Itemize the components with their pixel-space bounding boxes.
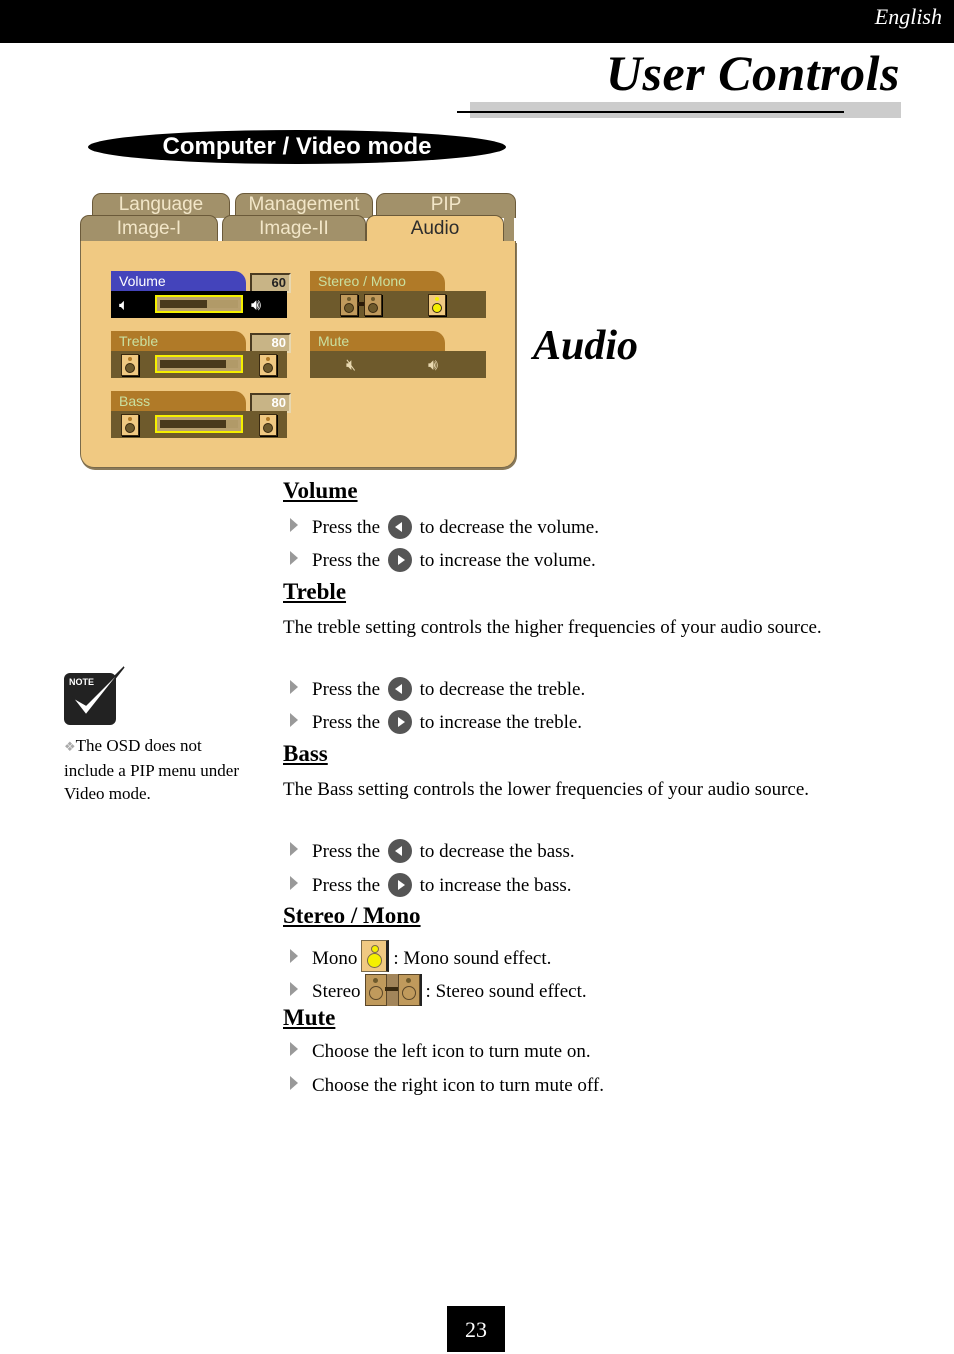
- stereo-mono-label: Stereo / Mono: [310, 271, 445, 291]
- page-number: 23: [447, 1306, 505, 1352]
- osd-panel: Volume 60 🔈︎ 🔊︎ Treble 80 Bass 80 Stereo…: [80, 241, 516, 468]
- volume-label: Volume: [111, 271, 246, 291]
- note-text: ❖The OSD does not include a PIP menu und…: [64, 736, 239, 803]
- list-item: Press the to increase the treble.: [290, 710, 582, 734]
- list-item: Press the to decrease the volume.: [290, 515, 599, 539]
- speaker-low-icon[interactable]: 🔈︎: [119, 291, 129, 318]
- treble-description: The treble setting controls the higher f…: [283, 617, 822, 638]
- bullet-arrow-icon: [290, 518, 298, 532]
- heading-stereo-mono: Stereo / Mono: [283, 903, 421, 928]
- heading-mute: Mute: [283, 1005, 336, 1030]
- mono-speaker-icon: [361, 940, 390, 972]
- bullet-arrow-icon: [290, 982, 298, 996]
- svg-text:NOTE: NOTE: [69, 677, 94, 687]
- language-label: English: [874, 4, 942, 29]
- list-item: Press the to decrease the bass.: [290, 839, 575, 863]
- treble-slider-fill: [160, 360, 226, 368]
- volume-control[interactable]: Volume 60 🔈︎ 🔊︎: [111, 271, 291, 318]
- left-arrow-button-icon: [387, 839, 412, 863]
- section-title-audio: Audio: [533, 323, 639, 369]
- top-banner: English: [0, 0, 954, 43]
- bullet-arrow-icon: [290, 551, 298, 565]
- stereo-mono-control[interactable]: Stereo / Mono: [310, 271, 486, 318]
- treble-label: Treble: [111, 331, 246, 351]
- bass-slider-fill: [160, 420, 226, 428]
- volume-value: 60: [250, 273, 291, 293]
- osd-audio-menu: Language Management PIP Image-I Image-II…: [80, 193, 516, 470]
- bullet-arrow-icon: [290, 680, 298, 694]
- treble-increase-speaker-icon[interactable]: [259, 354, 277, 376]
- right-arrow-button-icon: [387, 548, 412, 572]
- bass-label: Bass: [111, 391, 246, 411]
- mode-banner: Computer / Video mode: [88, 130, 506, 164]
- bass-description: The Bass setting controls the lower freq…: [283, 779, 810, 800]
- volume-slider[interactable]: [155, 295, 243, 313]
- tab-audio[interactable]: Audio: [366, 215, 504, 242]
- bass-value: 80: [250, 393, 291, 413]
- list-item: Press the to increase the volume.: [290, 548, 596, 572]
- bullet-arrow-icon: [290, 876, 298, 890]
- left-arrow-button-icon: [387, 677, 412, 701]
- speaker-high-icon[interactable]: 🔊︎: [251, 291, 261, 318]
- list-item: Mono: Mono sound effect.: [290, 940, 551, 972]
- list-item: Choose the left icon to turn mute on.: [290, 1041, 591, 1063]
- bass-control[interactable]: Bass 80: [111, 391, 291, 438]
- bass-decrease-speaker-icon[interactable]: [121, 414, 139, 436]
- mute-off-icon[interactable]: 🔊︎: [428, 351, 438, 378]
- note-checkmark-icon: NOTE: [64, 666, 125, 725]
- left-arrow-button-icon: [387, 515, 412, 539]
- treble-value: 80: [250, 333, 291, 353]
- tab-image-ii[interactable]: Image-II: [222, 215, 366, 242]
- bass-slider[interactable]: [155, 415, 243, 433]
- treble-control[interactable]: Treble 80: [111, 331, 291, 378]
- list-item: Choose the right icon to turn mute off.: [290, 1075, 604, 1097]
- bass-increase-speaker-icon[interactable]: [259, 414, 277, 436]
- bullet-arrow-icon: [290, 842, 298, 856]
- bullet-arrow-icon: [290, 1076, 298, 1090]
- mute-control[interactable]: Mute 🔇︎ 🔊︎: [310, 331, 486, 378]
- treble-slider[interactable]: [155, 355, 243, 373]
- mono-speaker-icon[interactable]: [428, 294, 446, 316]
- page-title: User Controls: [605, 45, 900, 101]
- right-arrow-button-icon: [387, 873, 412, 897]
- right-arrow-button-icon: [387, 710, 412, 734]
- list-item: Stereo: Stereo sound effect.: [290, 974, 587, 1006]
- diamond-bullet-icon: ❖: [64, 740, 76, 755]
- stereo-left-speaker-icon[interactable]: [340, 294, 358, 316]
- mute-on-icon[interactable]: 🔇︎: [346, 351, 356, 378]
- heading-volume: Volume: [283, 478, 358, 503]
- volume-slider-fill: [160, 300, 207, 308]
- heading-treble: Treble: [283, 579, 347, 604]
- bullet-arrow-icon: [290, 1042, 298, 1056]
- bullet-arrow-icon: [290, 949, 298, 963]
- tab-image-i[interactable]: Image-I: [80, 215, 218, 242]
- list-item: Press the to decrease the treble.: [290, 677, 585, 701]
- mute-label: Mute: [310, 331, 445, 351]
- title-underline-bar: [470, 102, 901, 118]
- heading-bass: Bass: [283, 741, 328, 766]
- stereo-speakers-icon: [364, 974, 422, 1006]
- title-underline-rule: [457, 111, 844, 113]
- stereo-right-speaker-icon[interactable]: [364, 294, 382, 316]
- list-item: Press the to increase the bass.: [290, 873, 572, 897]
- bullet-arrow-icon: [290, 713, 298, 727]
- treble-decrease-speaker-icon[interactable]: [121, 354, 139, 376]
